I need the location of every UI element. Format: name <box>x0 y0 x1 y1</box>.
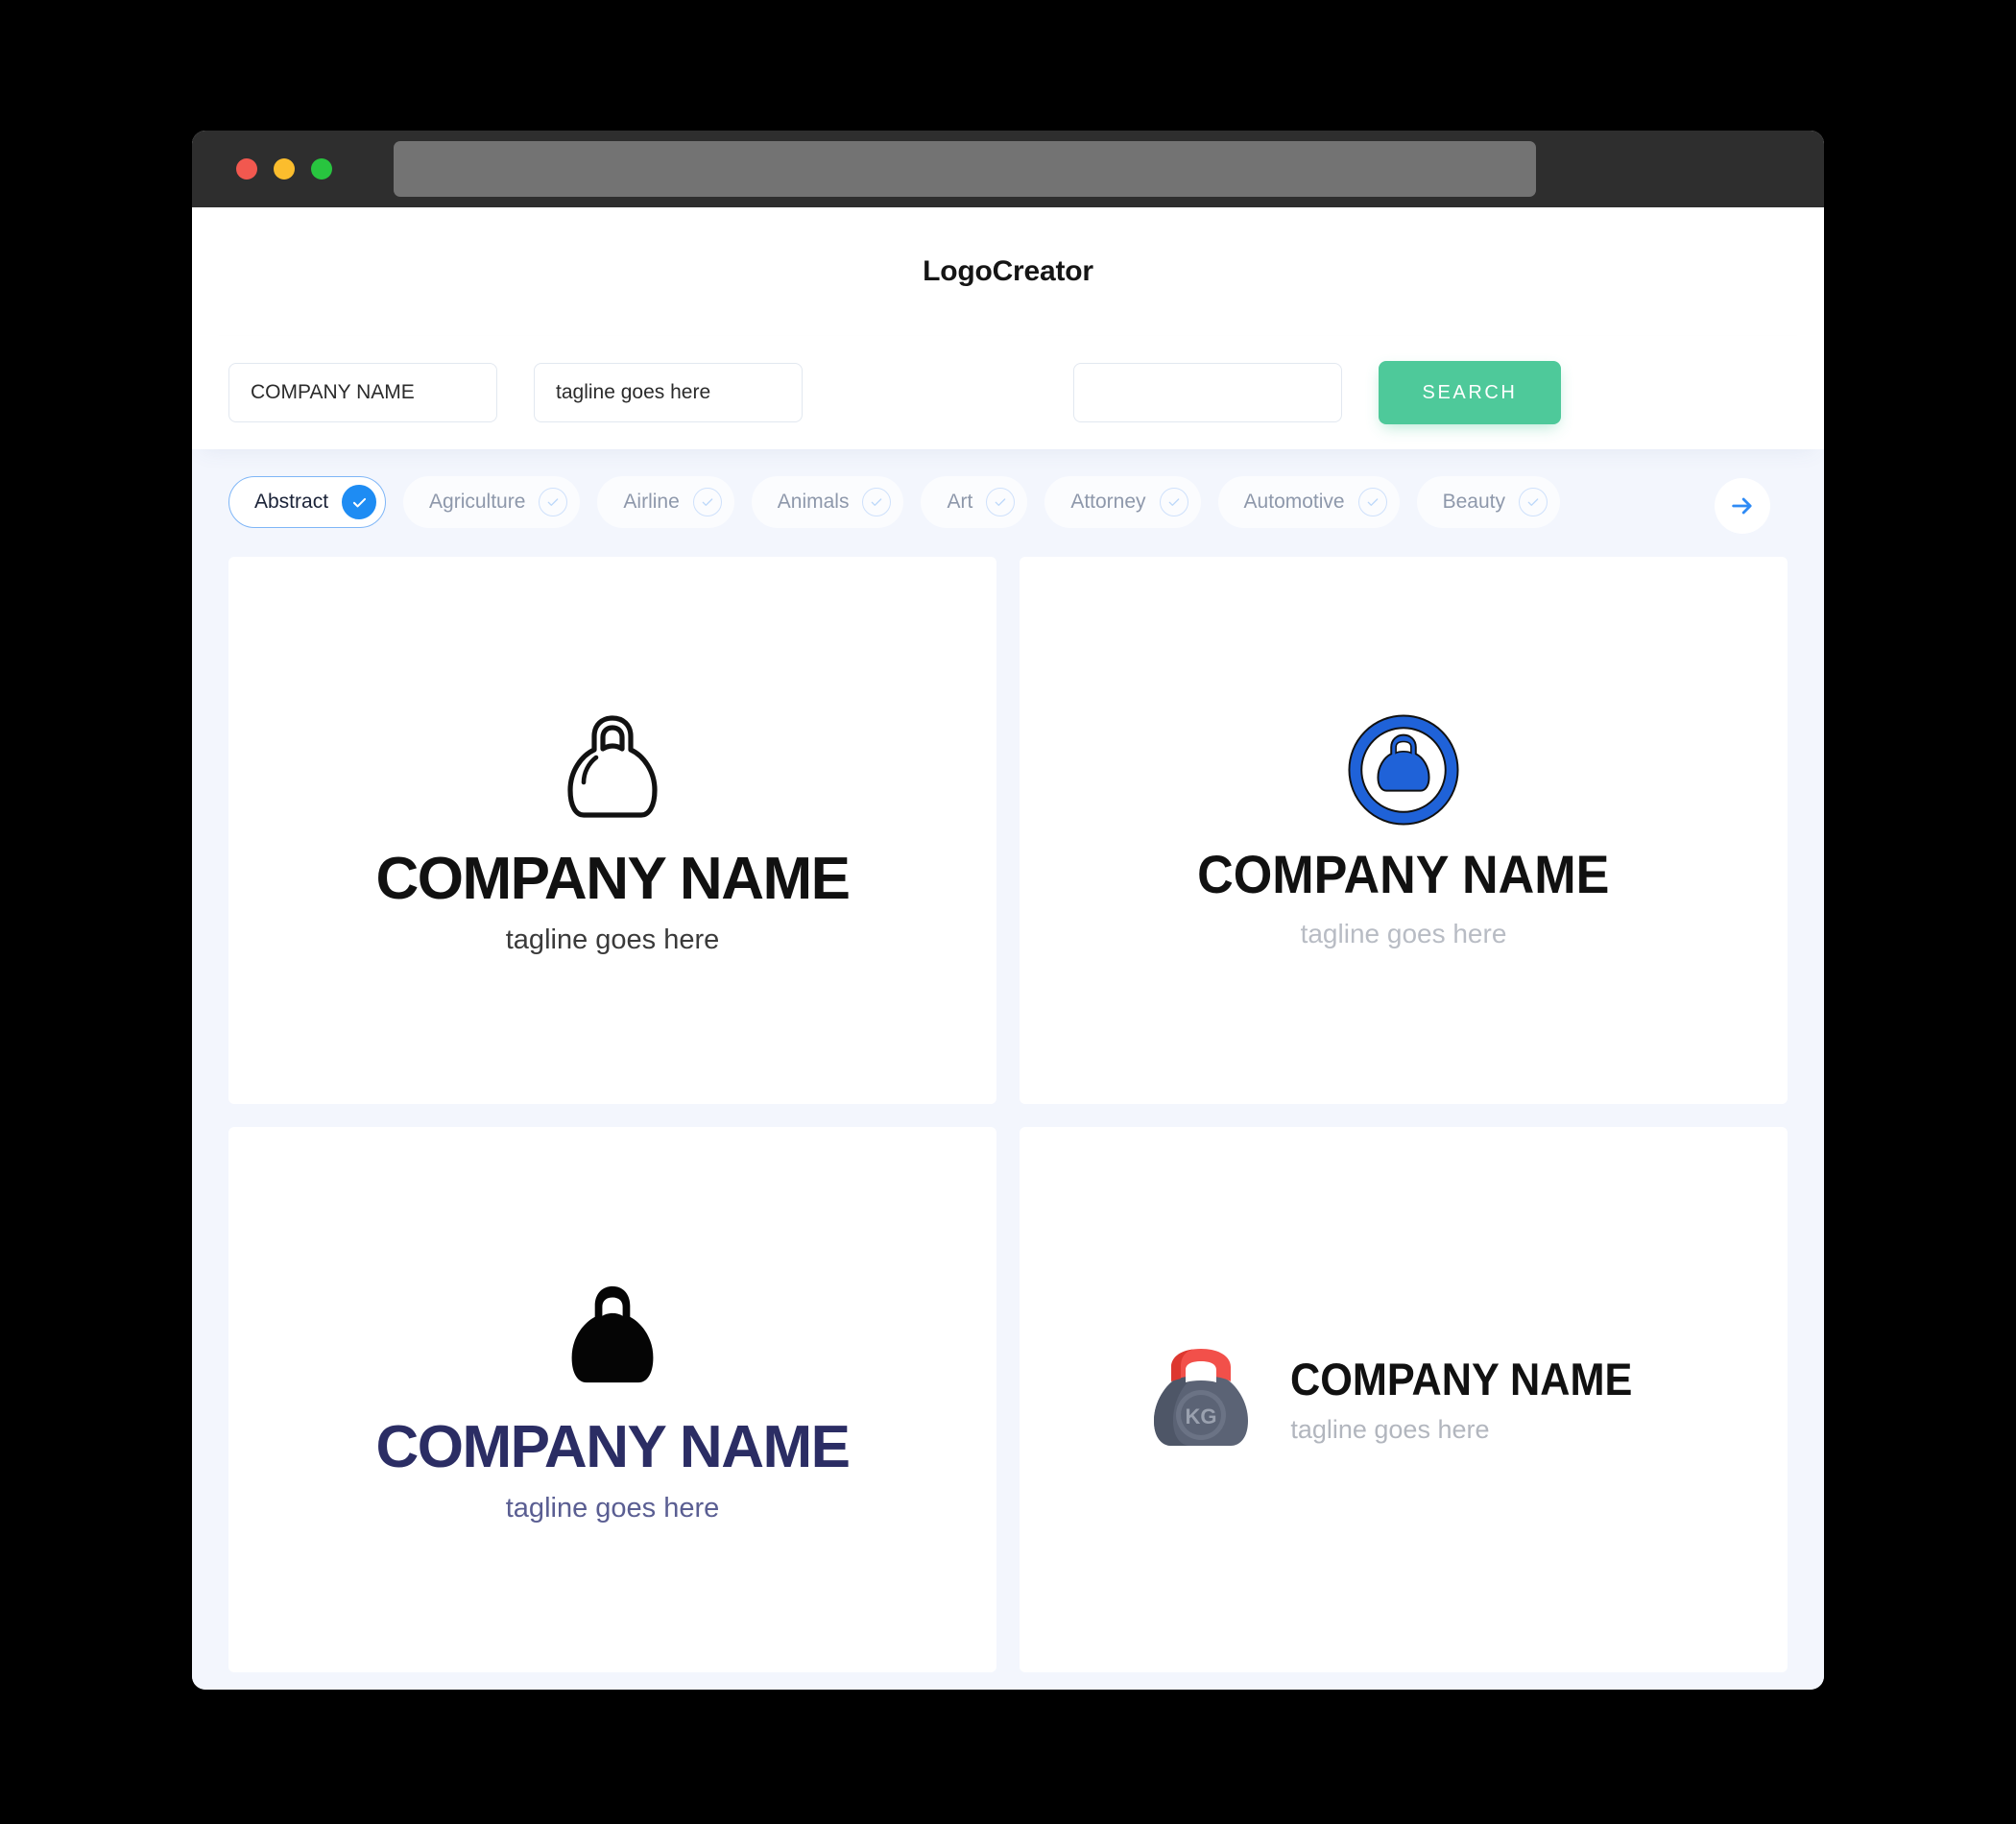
category-chip-airline[interactable]: Airline <box>597 476 734 528</box>
logo-card[interactable]: KG COMPANY NAME tagline goes here <box>1020 1127 1788 1672</box>
category-chip-label: Automotive <box>1243 491 1345 513</box>
keyword-input[interactable] <box>1073 363 1342 422</box>
arrow-right-icon <box>1732 497 1752 515</box>
logo-preview: KG COMPANY NAME tagline goes here <box>1144 1342 1662 1457</box>
kettlebell-solid-icon <box>571 1285 654 1382</box>
category-chip-label: Art <box>947 491 973 513</box>
page-title: LogoCreator <box>923 255 1093 287</box>
kettlebell-kg-icon: KG <box>1154 1349 1249 1446</box>
check-outline-icon[interactable] <box>986 488 1016 516</box>
logo-text: COMPANY NAME tagline goes here <box>1290 1356 1662 1443</box>
logo-tagline: tagline goes here <box>1290 1415 1490 1444</box>
logo-results-grid: COMPANY NAME tagline goes here COMPANY N… <box>228 557 1788 1672</box>
check-outline-icon[interactable] <box>1519 488 1548 516</box>
check-filled-icon[interactable] <box>342 485 377 519</box>
categories-next-button[interactable] <box>1715 478 1770 534</box>
logo-preview: COMPANY NAME tagline goes here <box>375 708 851 955</box>
logo-company-name: COMPANY NAME <box>1197 844 1610 904</box>
tagline-input[interactable] <box>534 363 803 422</box>
logo-company-name: COMPANY NAME <box>375 845 851 912</box>
company-name-input[interactable] <box>228 363 497 422</box>
browser-titlebar <box>192 131 1824 207</box>
check-outline-icon[interactable] <box>692 488 722 516</box>
logo-tagline: tagline goes here <box>505 1492 720 1524</box>
category-chip-label: Agriculture <box>429 491 526 513</box>
main-content: Abstract Agriculture Airline Animals Art Atto… <box>192 449 1824 1690</box>
category-chip-label: Beauty <box>1442 491 1505 513</box>
logo-company-name: COMPANY NAME <box>1290 1354 1633 1404</box>
app-header: LogoCreator <box>192 207 1824 336</box>
logo-text: COMPANY NAME tagline goes here <box>375 1393 851 1524</box>
category-chip-animals[interactable]: Animals <box>751 476 904 528</box>
category-chip-label: Abstract <box>254 491 329 513</box>
logo-preview: COMPANY NAME tagline goes here <box>1182 713 1625 948</box>
close-button[interactable] <box>236 158 257 180</box>
kg-badge-label: KG <box>1186 1404 1217 1428</box>
maximize-button[interactable] <box>311 158 332 180</box>
category-chip-abstract[interactable]: Abstract <box>228 476 387 528</box>
logo-card[interactable]: COMPANY NAME tagline goes here <box>228 1127 996 1672</box>
category-chip-art[interactable]: Art <box>921 476 1028 528</box>
check-outline-icon[interactable] <box>1357 488 1387 516</box>
category-chip-label: Animals <box>777 491 850 513</box>
logo-text: COMPANY NAME tagline goes here <box>1182 827 1625 948</box>
category-chip-label: Airline <box>623 491 680 513</box>
minimize-button[interactable] <box>274 158 295 180</box>
search-button[interactable]: SEARCH <box>1379 361 1561 424</box>
logo-card[interactable]: COMPANY NAME tagline goes here <box>228 557 996 1104</box>
category-chip-attorney[interactable]: Attorney <box>1044 476 1201 528</box>
logo-tagline: tagline goes here <box>1300 919 1507 948</box>
kettlebell-circle-blue-icon <box>1348 714 1459 826</box>
url-bar[interactable] <box>394 141 1536 197</box>
category-filter-bar[interactable]: Abstract Agriculture Airline Animals Art Atto… <box>228 449 1788 557</box>
search-toolbar: SEARCH <box>192 336 1824 449</box>
window-controls <box>236 158 332 180</box>
logo-company-name: COMPANY NAME <box>375 1413 851 1480</box>
category-chip-beauty[interactable]: Beauty <box>1416 476 1560 528</box>
logo-card[interactable]: COMPANY NAME tagline goes here <box>1020 557 1788 1104</box>
browser-window: LogoCreator SEARCH Abstract Agriculture Ai… <box>192 131 1824 1690</box>
category-chip-label: Attorney <box>1070 491 1146 513</box>
check-outline-icon[interactable] <box>1159 488 1188 516</box>
logo-tagline: tagline goes here <box>505 924 720 955</box>
category-chip-automotive[interactable]: Automotive <box>1217 476 1400 528</box>
kettlebell-outline-icon <box>567 714 658 818</box>
check-outline-icon[interactable] <box>862 488 892 516</box>
logo-text: COMPANY NAME tagline goes here <box>375 825 851 955</box>
logo-preview: COMPANY NAME tagline goes here <box>375 1278 851 1524</box>
category-chip-agriculture[interactable]: Agriculture <box>403 476 581 528</box>
check-outline-icon[interactable] <box>539 488 568 516</box>
